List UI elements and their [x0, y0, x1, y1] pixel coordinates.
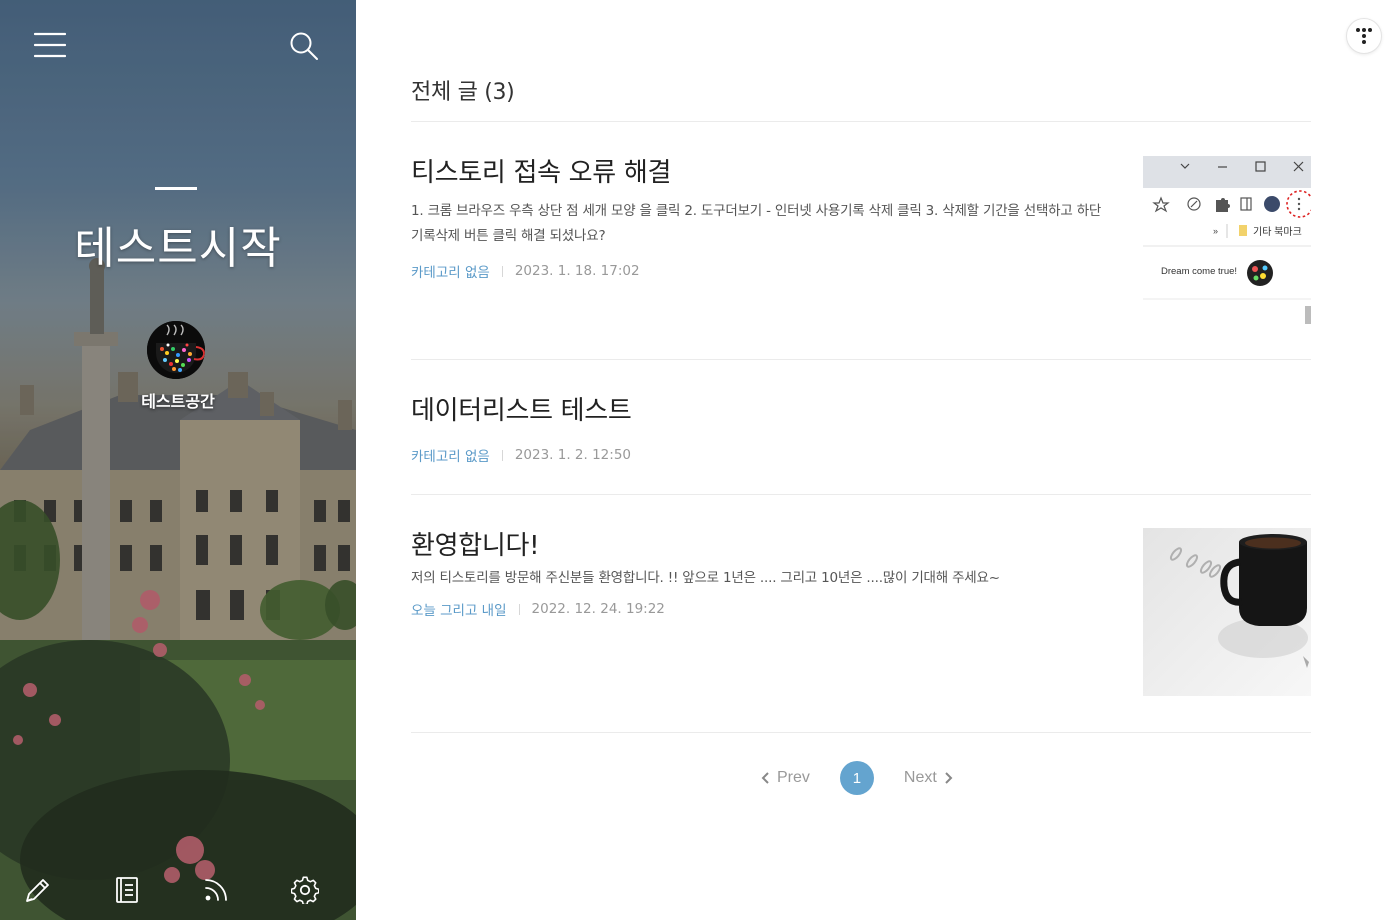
post-thumbnail[interactable]: » 기타 북마크 Dream come true! — [1143, 156, 1311, 324]
hamburger-menu-icon[interactable] — [28, 26, 72, 64]
prev-page-link[interactable]: Prev — [761, 769, 816, 787]
post-category[interactable]: 오늘 그리고 내일 — [411, 599, 507, 619]
post-meta: 카테고리 없음 2023. 1. 2. 12:50 — [411, 445, 1311, 465]
prev-label: Prev — [777, 769, 810, 786]
page-title: 전체 글 (3) — [411, 80, 515, 105]
gear-icon[interactable] — [287, 872, 323, 908]
blog-title[interactable]: 테스트시작 — [0, 212, 356, 276]
post-date: 2022. 12. 24. 19:22 — [531, 601, 665, 617]
post-category[interactable]: 카테고리 없음 — [411, 261, 490, 281]
next-label: Next — [903, 769, 937, 786]
post-title[interactable]: 티스토리 접속 오류 해결 — [411, 152, 671, 189]
post-date: 2023. 1. 18. 17:02 — [514, 263, 640, 279]
post-date: 2023. 1. 2. 12:50 — [514, 447, 631, 463]
meta-separator — [518, 603, 520, 615]
sidebar-background-image — [0, 0, 356, 920]
post-excerpt[interactable]: 저의 티스토리를 방문해 주신분들 환영합니다. !! 앞으로 1년은 ....… — [411, 566, 1111, 591]
pagination: Prev 1 Next — [761, 760, 953, 796]
svg-text:»: » — [1213, 226, 1218, 236]
bookmark-label: 기타 북마크 — [1253, 227, 1302, 238]
profile-text: Dream come true! — [1161, 266, 1238, 277]
rss-icon[interactable] — [198, 872, 234, 908]
post-title[interactable]: 환영합니다! — [411, 525, 540, 562]
meta-separator — [501, 265, 503, 277]
notebook-icon[interactable] — [109, 872, 145, 908]
post-thumbnail[interactable] — [1143, 528, 1311, 696]
post-excerpt[interactable]: 1. 크롬 브라우즈 우측 상단 점 세개 모양 을 클릭 2. 도구더보기 -… — [411, 199, 1111, 249]
chevron-left-icon — [761, 772, 769, 784]
divider — [411, 494, 1311, 495]
post-title[interactable]: 데이터리스트 테스트 — [411, 390, 632, 427]
avatar[interactable] — [147, 321, 205, 379]
post-item: 데이터리스트 테스트 카테고리 없음 2023. 1. 2. 12:50 — [411, 390, 1311, 465]
tistory-dots-icon — [1356, 28, 1372, 44]
blog-name[interactable]: 테스트공간 — [0, 388, 356, 412]
divider — [411, 732, 1311, 733]
sidebar: 테스트시작 테스트공간 — [0, 0, 356, 920]
post-list: 전체 글 (3) 티스토리 접속 오류 해결 1. 크롬 브라우즈 우측 상단 … — [411, 0, 1311, 920]
divider — [411, 359, 1311, 360]
pencil-icon[interactable] — [20, 872, 56, 908]
title-divider — [155, 187, 197, 190]
search-icon[interactable] — [282, 24, 326, 68]
next-page-link[interactable]: Next — [898, 769, 953, 787]
tistory-menu-button[interactable] — [1346, 18, 1382, 54]
page-number-current[interactable]: 1 — [839, 761, 874, 795]
post-category[interactable]: 카테고리 없음 — [411, 445, 490, 465]
divider — [411, 121, 1311, 122]
chevron-right-icon — [945, 772, 953, 784]
meta-separator — [501, 449, 503, 461]
